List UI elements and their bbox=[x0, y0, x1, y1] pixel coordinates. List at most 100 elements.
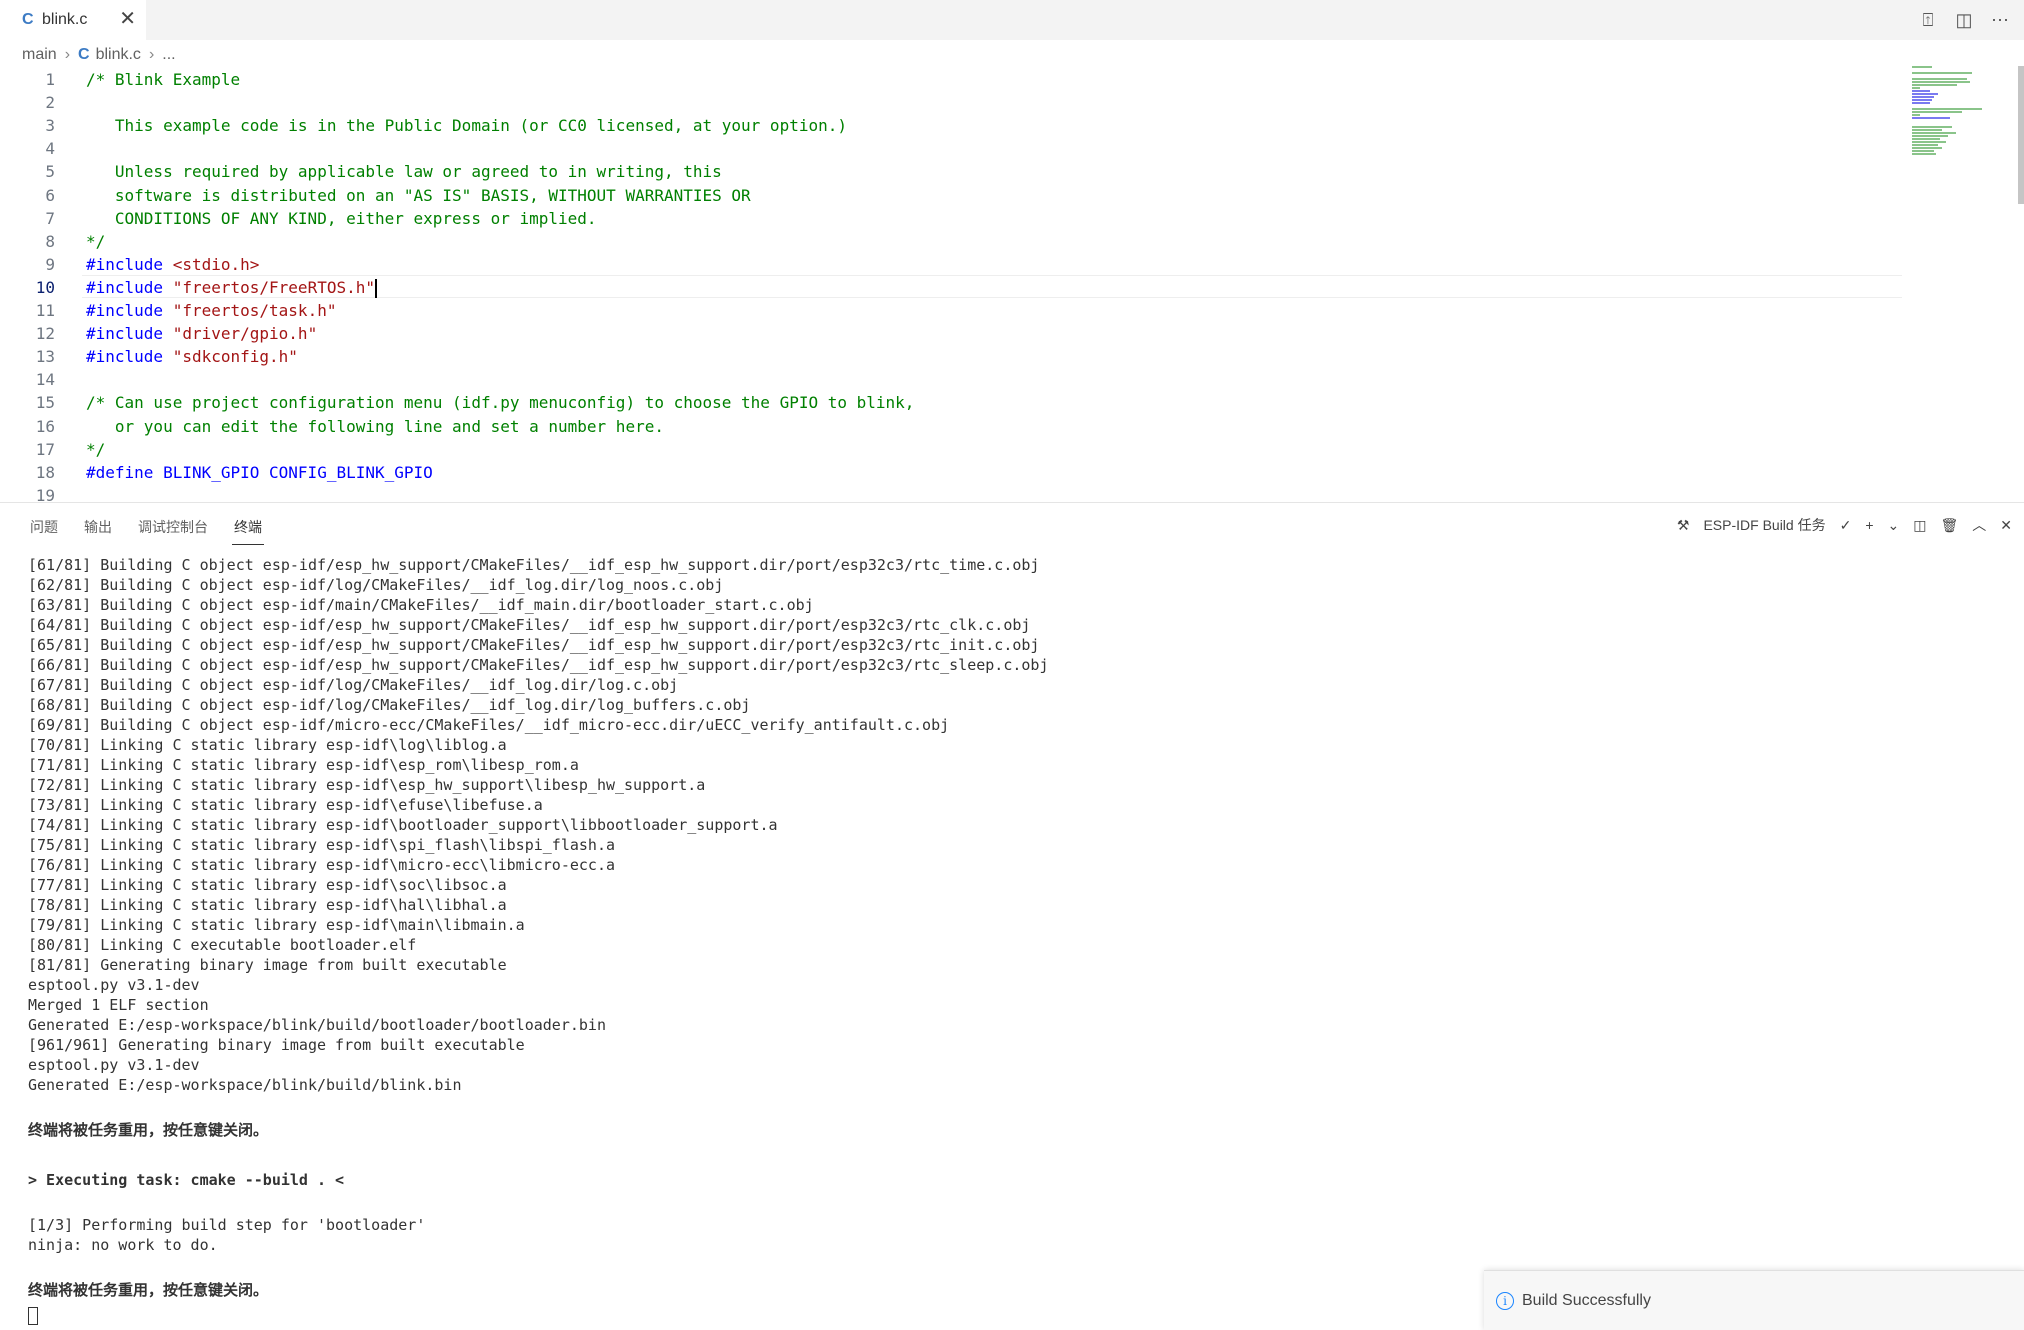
minimap-line bbox=[1912, 144, 1938, 146]
code-line[interactable]: 4 bbox=[0, 137, 1900, 160]
code-text: */ bbox=[86, 438, 105, 461]
terminal-line: [63/81] Building C object esp-idf/main/C… bbox=[28, 596, 814, 614]
code-line[interactable]: 1 /* Blink Example bbox=[0, 68, 1900, 91]
new-terminal-icon[interactable]: + bbox=[1865, 517, 1873, 533]
breadcrumb-folder[interactable]: main bbox=[22, 46, 57, 64]
code-text: #define BLINK_GPIO CONFIG_BLINK_GPIO bbox=[86, 461, 433, 484]
preprocessor-keyword: #include bbox=[86, 254, 173, 274]
chevron-up-icon[interactable]: ︿ bbox=[1972, 515, 1986, 535]
code-line[interactable]: 13 #include "sdkconfig.h" bbox=[0, 345, 1900, 368]
minimap-line bbox=[1912, 84, 1957, 86]
terminal-task-label[interactable]: ESP-IDF Build 任务 bbox=[1703, 515, 1825, 535]
code-text: /* Blink Example bbox=[86, 68, 240, 91]
terminal-line: [72/81] Linking C static library esp-idf… bbox=[28, 776, 706, 794]
code-line[interactable]: 18 #define BLINK_GPIO CONFIG_BLINK_GPIO bbox=[0, 461, 1900, 484]
terminal-line: [62/81] Building C object esp-idf/log/CM… bbox=[28, 576, 724, 594]
comment-text: or you can edit the following line and s… bbox=[86, 416, 664, 436]
code-line[interactable]: 16 or you can edit the following line an… bbox=[0, 415, 1900, 438]
comment-text: */ bbox=[86, 439, 106, 459]
tab-terminal[interactable]: 终端 bbox=[232, 517, 264, 545]
terminal-line: esptool.py v3.1-dev bbox=[28, 976, 200, 994]
terminal-line: [78/81] Linking C static library esp-idf… bbox=[28, 896, 507, 914]
code-text: */ bbox=[86, 230, 105, 253]
code-line[interactable]: 15 /* Can use project configuration menu … bbox=[0, 391, 1900, 414]
terminal-line: [67/81] Building C object esp-idf/log/CM… bbox=[28, 676, 679, 694]
line-number: 10 bbox=[35, 277, 55, 297]
code-line[interactable]: 12 #include "driver/gpio.h" bbox=[0, 322, 1900, 345]
terminal-line: Generated E:/esp-workspace/blink/build/b… bbox=[28, 1076, 462, 1094]
terminal-line: Generated E:/esp-workspace/blink/build/b… bbox=[28, 1016, 606, 1034]
code-line[interactable]: 3 This example code is in the Public Dom… bbox=[0, 114, 1900, 137]
terminal-line: [961/961] Generating binary image from b… bbox=[28, 1036, 525, 1054]
panel-tabs: 问题 输出 调试控制台 终端 bbox=[30, 517, 264, 545]
line-number: 18 bbox=[35, 462, 55, 482]
code-line[interactable]: 2 bbox=[0, 91, 1900, 114]
minimap-line bbox=[1912, 108, 1982, 110]
code-line[interactable]: 8 */ bbox=[0, 230, 1900, 253]
minimap-line bbox=[1912, 66, 1932, 68]
close-panel-icon[interactable]: ✕ bbox=[2000, 517, 2012, 534]
split-terminal-icon[interactable]: ◫ bbox=[1913, 517, 1926, 534]
terminal-output[interactable]: [61/81] Building C object esp-idf/esp_hw… bbox=[28, 555, 2008, 1325]
code-text: #include <stdio.h> bbox=[86, 253, 259, 276]
tab-blink-c[interactable]: C blink.c ✕ bbox=[0, 0, 146, 40]
comment-text: Unless required by applicable law or agr… bbox=[86, 162, 722, 182]
code-text: This example code is in the Public Domai… bbox=[86, 114, 847, 137]
code-text: software is distributed on an "AS IS" BA… bbox=[86, 184, 751, 207]
line-number: 15 bbox=[35, 393, 55, 413]
code-line[interactable]: 14 bbox=[0, 368, 1900, 391]
panel-actions: ⚒ ESP-IDF Build 任务 ✓ + ⌄ ◫ 🗑 ︿ ✕ bbox=[1677, 515, 2012, 535]
code-text: /* Can use project configuration menu (i… bbox=[86, 391, 914, 414]
more-actions-icon[interactable]: ⋯ bbox=[1990, 10, 2010, 31]
code-line[interactable]: 17 */ bbox=[0, 438, 1900, 461]
minimap-line bbox=[1912, 129, 1942, 131]
tab-problems[interactable]: 问题 bbox=[30, 517, 58, 545]
check-icon[interactable]: ✓ bbox=[1840, 517, 1852, 534]
close-icon[interactable]: ✕ bbox=[119, 9, 136, 29]
line-number: 1 bbox=[45, 70, 55, 89]
terminal-line: [80/81] Linking C executable bootloader.… bbox=[28, 936, 417, 954]
notification-toast[interactable]: i Build Successfully bbox=[1484, 1270, 2024, 1330]
code-line[interactable]: 7 CONDITIONS OF ANY KIND, either express… bbox=[0, 207, 1900, 230]
include-path: "driver/gpio.h" bbox=[172, 324, 318, 344]
minimap-line bbox=[1912, 141, 1946, 143]
terminal-line: [81/81] Generating binary image from bui… bbox=[28, 956, 507, 974]
minimap-line bbox=[1912, 147, 1942, 149]
terminal-cursor bbox=[28, 1306, 38, 1325]
split-editor-icon[interactable]: ◫ bbox=[1954, 10, 1974, 31]
preprocessor-keyword: #include bbox=[86, 301, 173, 320]
code-text: Unless required by applicable law or agr… bbox=[86, 160, 722, 183]
trash-icon[interactable]: 🗑 bbox=[1940, 517, 1958, 534]
code-line[interactable]: 5 Unless required by applicable law or a… bbox=[0, 160, 1900, 183]
minimap-line bbox=[1912, 126, 1952, 128]
terminal-line: [61/81] Building C object esp-idf/esp_hw… bbox=[28, 556, 1040, 574]
chevron-right-icon: › bbox=[148, 46, 155, 63]
tab-output[interactable]: 输出 bbox=[84, 517, 112, 545]
code-text: #include "sdkconfig.h" bbox=[86, 345, 298, 368]
terminal-line: [71/81] Linking C static library esp-idf… bbox=[28, 756, 579, 774]
chevron-down-icon[interactable]: ⌄ bbox=[1888, 517, 1900, 534]
code-text: CONDITIONS OF ANY KIND, either express o… bbox=[86, 207, 597, 230]
code-text: #include "freertos/FreeRTOS.h" bbox=[86, 276, 377, 299]
line-number: 8 bbox=[45, 231, 55, 251]
line-number: 14 bbox=[35, 370, 55, 390]
editor-scrollbar[interactable] bbox=[2018, 66, 2024, 204]
editor-tab-bar: C blink.c ✕ ⍐ ◫ ⋯ bbox=[0, 0, 2024, 40]
code-editor[interactable]: 1 /* Blink Example 2 3 This example code is… bbox=[0, 66, 2024, 505]
c-file-icon: C bbox=[78, 46, 90, 63]
minimap-line bbox=[1912, 96, 1934, 98]
terminal-line: [75/81] Linking C static library esp-idf… bbox=[28, 836, 615, 854]
minimap[interactable] bbox=[1908, 66, 2008, 156]
code-line[interactable]: 10 #include "freertos/FreeRTOS.h" bbox=[0, 274, 1902, 299]
preprocessor-keyword: #include bbox=[86, 277, 173, 297]
minimap-line bbox=[1912, 117, 1950, 119]
code-line[interactable]: 9 #include <stdio.h> bbox=[0, 253, 1900, 276]
include-path: "freertos/FreeRTOS.h" bbox=[172, 277, 375, 297]
tab-debug-console[interactable]: 调试控制台 bbox=[138, 517, 208, 545]
terminal-line: [69/81] Building C object esp-idf/micro-… bbox=[28, 716, 950, 734]
breadcrumb-file[interactable]: blink.c bbox=[96, 46, 141, 64]
code-line[interactable]: 11 #include "freertos/task.h" bbox=[0, 299, 1900, 322]
breadcrumb-symbols[interactable]: ... bbox=[162, 46, 175, 64]
code-line[interactable]: 6 software is distributed on an "AS IS" … bbox=[0, 184, 1900, 207]
debug-toolbar-icon[interactable]: ⍐ bbox=[1918, 10, 1938, 31]
